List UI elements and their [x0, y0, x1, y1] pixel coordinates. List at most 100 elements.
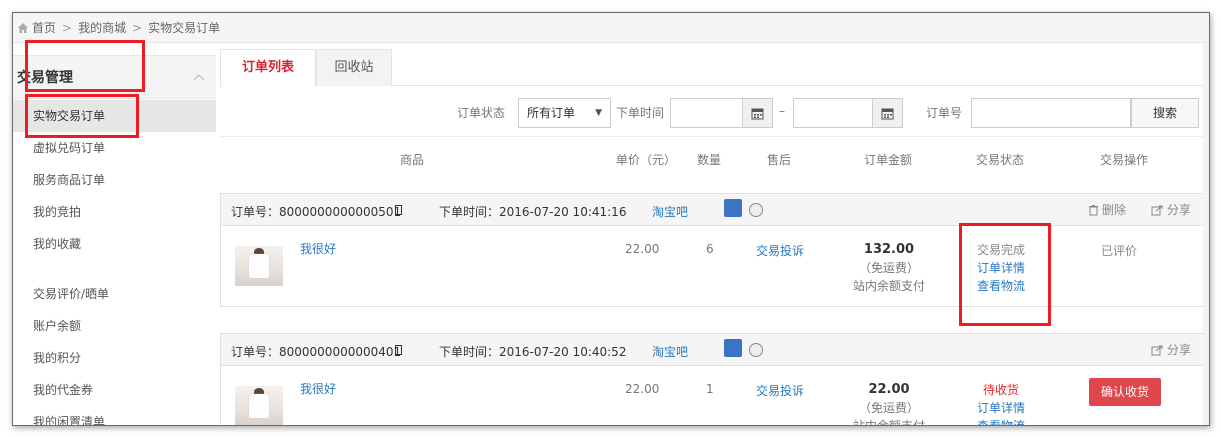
order-number: 订单号：8000000000000501	[231, 205, 402, 219]
wangwang-icon[interactable]	[749, 203, 763, 217]
sidebar: 交易管理 实物交易订单 虚拟兑码订单 服务商品订单 我的竞拍 我的收藏 交易评价…	[13, 43, 216, 426]
delete-label: 删除	[1102, 203, 1127, 217]
reviewed-status: 已评价	[1101, 244, 1138, 258]
product-name[interactable]: 我很好	[300, 380, 336, 397]
order-detail-link[interactable]: 订单详情	[956, 259, 1046, 277]
breadcrumb-mall[interactable]: 我的商城	[78, 19, 126, 36]
product-thumbnail[interactable]	[235, 386, 283, 425]
home-icon	[18, 22, 28, 33]
col-product: 商品	[400, 153, 425, 167]
order-time: 下单时间：2016-07-20 10:41:16	[439, 205, 627, 219]
share-button[interactable]: 分享	[1151, 201, 1191, 218]
delete-button[interactable]: 删除	[1088, 201, 1126, 218]
complaint-link[interactable]: 交易投诉	[756, 242, 804, 259]
logistics-link[interactable]: 查看物流	[956, 277, 1046, 295]
share-label: 分享	[1167, 203, 1192, 217]
share-button[interactable]: 分享	[1151, 341, 1191, 358]
order-no-label: 订单号	[926, 106, 963, 120]
breadcrumb-home[interactable]: 首页	[32, 19, 56, 36]
breadcrumb-separator: >	[132, 20, 143, 35]
sidebar-item-vouchers[interactable]: 我的代金券	[13, 374, 216, 406]
order-card: 订单号：8000000000000401 下单时间：2016-07-20 10:…	[220, 333, 1206, 426]
sidebar-list: 实物交易订单 虚拟兑码订单 服务商品订单 我的竞拍 我的收藏 交易评价/晒单 账…	[13, 100, 216, 426]
filter-bar: 订单状态 所有订单 ▼ 下单时间 – 订单号 搜索	[220, 87, 1206, 137]
breadcrumb-current: 实物交易订单	[148, 21, 221, 35]
order-header: 订单号：8000000000000401 下单时间：2016-07-20 10:…	[221, 334, 1205, 366]
order-status-value: 所有订单	[527, 106, 576, 120]
breadcrumb: 首页 > 我的商城 > 实物交易订单	[13, 13, 1209, 43]
shop-link[interactable]: 淘宝吧	[652, 203, 688, 220]
order-time-label: 下单时间	[616, 106, 665, 120]
sidebar-item-label: 交易评价/晒单	[33, 287, 110, 301]
tab-order-list[interactable]: 订单列表	[220, 49, 316, 87]
main-content: 订单列表 回收站 订单状态 所有订单 ▼ 下单时间 – 订单号 搜索 商品 单价…	[220, 43, 1206, 426]
sidebar-item-label: 我的积分	[33, 351, 82, 365]
calendar-icon[interactable]	[872, 99, 902, 127]
scrollbar[interactable]	[1203, 43, 1209, 425]
sidebar-item-service-orders[interactable]: 服务商品订单	[13, 164, 216, 196]
date-range-dash: –	[779, 104, 785, 118]
product-name[interactable]: 我很好	[300, 240, 336, 257]
mobile-icon	[395, 345, 402, 355]
sidebar-item-reviews[interactable]: 交易评价/晒单	[13, 278, 216, 310]
sidebar-item-idle-list[interactable]: 我的闲置清单	[13, 406, 216, 426]
qq-icon[interactable]	[724, 199, 742, 217]
col-amount: 订单金额	[864, 153, 913, 167]
status-text: 待收货	[982, 383, 1019, 397]
chevron-up-icon	[193, 74, 205, 81]
amount-value: 132.00	[863, 242, 915, 257]
payment-method: 站内余额支付	[852, 419, 925, 426]
app-window: 首页 > 我的商城 > 实物交易订单 交易管理 实物交易订单 虚拟兑码订单 服务…	[12, 12, 1210, 426]
share-icon	[1151, 345, 1163, 355]
order-amount: 22.00 （免运费） 站内余额支付	[844, 381, 934, 426]
trade-status: 交易完成 订单详情 查看物流	[956, 241, 1046, 295]
order-number: 订单号：8000000000000401	[231, 345, 402, 359]
unit-price: 22.00	[625, 242, 660, 256]
sidebar-item-label: 我的闲置清单	[33, 415, 106, 426]
sidebar-item-auctions[interactable]: 我的竞拍	[13, 196, 216, 228]
mobile-icon	[395, 205, 402, 215]
search-button[interactable]: 搜索	[1131, 98, 1199, 128]
trash-icon	[1089, 204, 1098, 215]
wangwang-icon[interactable]	[749, 343, 763, 357]
unit-price: 22.00	[625, 382, 660, 396]
caret-down-icon: ▼	[595, 108, 602, 118]
col-qty: 数量	[697, 153, 722, 167]
quantity: 6	[706, 242, 714, 256]
trade-status: 待收货 订单详情 查看物流	[956, 381, 1046, 425]
share-icon	[1151, 205, 1163, 215]
complaint-link[interactable]: 交易投诉	[756, 382, 804, 399]
order-no-input[interactable]	[971, 98, 1131, 128]
order-amount: 132.00 （免运费） 站内余额支付	[844, 241, 934, 295]
sidebar-item-virtual-orders[interactable]: 虚拟兑码订单	[13, 132, 216, 164]
sidebar-item-points[interactable]: 我的积分	[13, 342, 216, 374]
end-date-input[interactable]	[793, 98, 903, 128]
sidebar-item-physical-orders[interactable]: 实物交易订单	[13, 100, 216, 132]
tab-recycle-bin[interactable]: 回收站	[316, 49, 392, 86]
order-detail-link[interactable]: 订单详情	[956, 399, 1046, 417]
sidebar-item-balance[interactable]: 账户余额	[13, 310, 216, 342]
order-status-label: 订单状态	[457, 106, 506, 120]
col-unit-price: 单价（元）	[616, 153, 677, 167]
start-date-input[interactable]	[670, 98, 773, 128]
col-trade-ops: 交易操作	[1100, 153, 1149, 167]
calendar-icon[interactable]	[742, 99, 772, 127]
payment-method: 站内余额支付	[852, 279, 925, 293]
qq-icon[interactable]	[724, 339, 742, 357]
sidebar-item-favorites[interactable]: 我的收藏	[13, 228, 216, 260]
logistics-link[interactable]: 查看物流	[956, 417, 1046, 425]
sidebar-item-label: 我的竞拍	[33, 205, 82, 219]
shop-link[interactable]: 淘宝吧	[652, 343, 688, 360]
order-status-select[interactable]: 所有订单 ▼	[518, 98, 611, 128]
confirm-receipt-button[interactable]: 确认收货	[1089, 378, 1161, 406]
status-text: 交易完成	[976, 243, 1025, 257]
sidebar-item-label: 服务商品订单	[33, 173, 106, 187]
product-thumbnail[interactable]	[235, 246, 283, 286]
sidebar-item-label: 实物交易订单	[33, 109, 106, 123]
sidebar-section-header[interactable]: 交易管理	[13, 55, 216, 99]
order-time: 下单时间：2016-07-20 10:40:52	[439, 345, 627, 359]
order-card: 订单号：8000000000000501 下单时间：2016-07-20 10:…	[220, 193, 1206, 307]
sidebar-item-label: 虚拟兑码订单	[33, 141, 106, 155]
shipping-note: （免运费）	[858, 261, 919, 275]
